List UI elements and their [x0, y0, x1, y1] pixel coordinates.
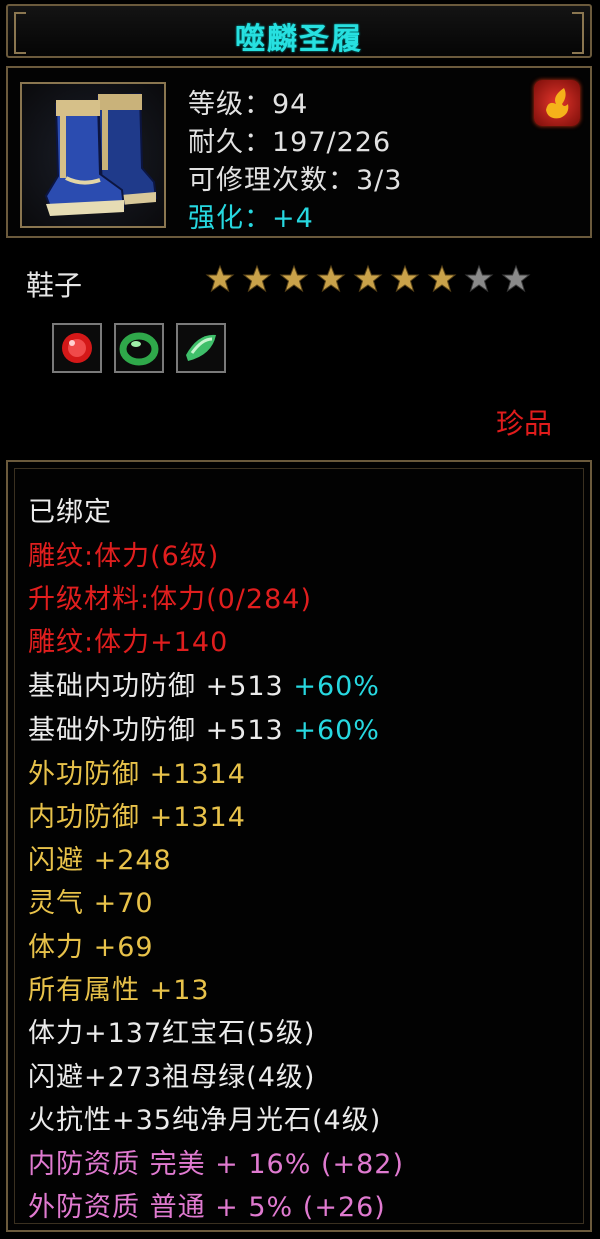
base-inner-defense-percent: +60% — [293, 671, 380, 702]
dodge: 闪避 +248 — [28, 845, 172, 876]
rarity-label: 珍品 — [495, 407, 552, 440]
item-type-label: 鞋子 — [26, 269, 83, 302]
star-icon — [316, 264, 346, 293]
base-inner-defense-value: 基础内功防御 +513 — [28, 671, 294, 702]
star-icon — [242, 264, 272, 293]
gem-slot-2[interactable] — [114, 323, 164, 373]
star-icon — [390, 264, 420, 293]
attribute-panel: 已绑定 雕纹:体力(6级) 升级材料:体力(0/284) 雕纹:体力+140 基… — [6, 460, 592, 1232]
base-outer-defense-percent: +60% — [293, 715, 380, 746]
star-empty-icon — [464, 264, 494, 293]
spirit: 灵气 +70 — [28, 888, 154, 919]
star-icon — [353, 264, 383, 293]
durability-stat: 耐久：197/226 — [188, 127, 392, 158]
level-stat: 等级：94 — [188, 89, 309, 120]
enhance-stat: 强化：+4 — [188, 203, 314, 234]
gem-emerald-bonus: 闪避+273祖母绿(4级) — [28, 1062, 316, 1093]
repair-count-stat: 可修理次数：3/3 — [188, 165, 403, 196]
gem-slot-3[interactable] — [176, 323, 226, 373]
ruby-gem-icon — [62, 333, 92, 363]
base-inner-defense: 基础内功防御 +513 +60% — [28, 664, 380, 703]
base-outer-defense-value: 基础外功防御 +513 — [28, 715, 294, 746]
gem-ruby-bonus: 体力+137红宝石(5级) — [28, 1018, 316, 1049]
gem-slot-1[interactable] — [52, 323, 102, 373]
star-rating — [205, 264, 531, 294]
outer-quality: 外防资质 普通 + 5% (+26) — [28, 1192, 386, 1223]
title-bar: 噬麟圣履 — [6, 4, 592, 58]
engrave-bonus: 雕纹:体力+140 — [28, 627, 229, 658]
star-icon — [205, 264, 235, 293]
all-attributes: 所有属性 +13 — [28, 975, 210, 1006]
base-outer-defense: 基础外功防御 +513 +60% — [28, 708, 380, 747]
star-empty-icon — [501, 264, 531, 293]
upgrade-material: 升级材料:体力(0/284) — [28, 584, 312, 615]
star-icon — [427, 264, 457, 293]
stamina: 体力 +69 — [28, 932, 154, 963]
emerald-ring-gem-icon — [119, 332, 159, 366]
bound-status: 已绑定 — [28, 497, 112, 528]
jade-gem-icon — [186, 334, 216, 361]
item-header-panel: 等级：94 耐久：197/226 可修理次数：3/3 强化：+4 — [6, 66, 592, 238]
item-name: 噬麟圣履 — [235, 22, 363, 57]
gem-slots — [52, 323, 226, 373]
inner-defense: 内功防御 +1314 — [28, 802, 246, 833]
gem-moonstone-bonus: 火抗性+35纯净月光石(4级) — [28, 1105, 382, 1136]
inner-quality: 内防资质 完美 + 16% (+82) — [28, 1149, 405, 1180]
item-icon-frame[interactable] — [20, 82, 166, 228]
boots-icon — [44, 92, 158, 216]
outer-defense: 外功防御 +1314 — [28, 759, 246, 790]
flame-icon[interactable] — [534, 80, 580, 126]
engrave-level: 雕纹:体力(6级) — [28, 541, 220, 572]
star-icon — [279, 264, 309, 293]
